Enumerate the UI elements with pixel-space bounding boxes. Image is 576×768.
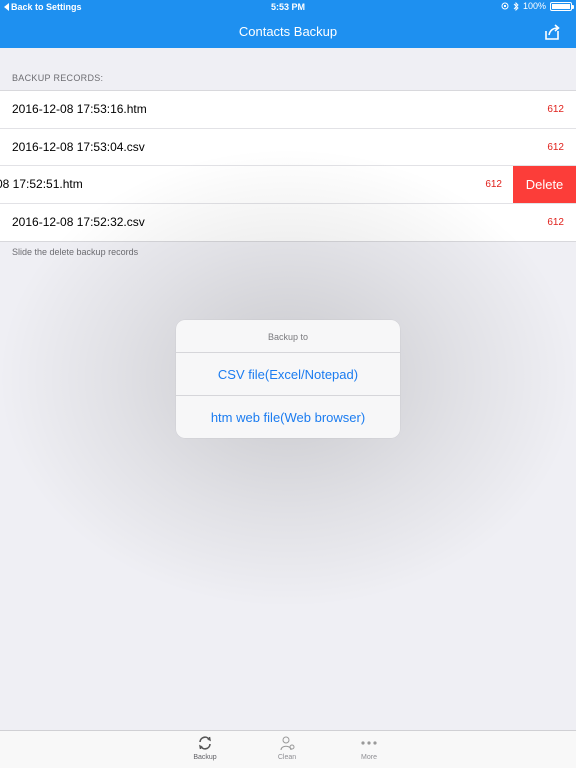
tab-label: Backup	[193, 754, 217, 761]
tab-clean[interactable]: Clean	[257, 735, 317, 761]
record-filename: 08 17:52:51.htm	[0, 177, 83, 191]
record-count: 612	[547, 104, 564, 115]
csv-file-option[interactable]: CSV file(Excel/Notepad)	[176, 353, 400, 395]
backup-record-row[interactable]: 2016-12-08 17:53:04.csv 612	[0, 129, 576, 166]
record-count: 612	[547, 216, 564, 228]
backup-to-dialog: Backup to CSV file(Excel/Notepad) htm we…	[176, 320, 400, 438]
more-dots-icon	[361, 741, 377, 745]
status-icons: 100%	[501, 1, 574, 11]
status-time: 5:53 PM	[270, 2, 305, 12]
status-bar: Back to Settings 5:53 PM 100%	[0, 0, 576, 14]
sync-icon	[199, 736, 211, 750]
backup-records-list: 2016-12-08 17:53:16.htm 612 2016-12-08 1…	[0, 90, 576, 242]
tab-backup[interactable]: Backup	[175, 735, 235, 761]
page-title: Contacts Backup	[238, 24, 338, 39]
backup-record-row[interactable]: 2016-12-08 17:52:32.csv 612	[0, 204, 576, 242]
record-count: 612	[547, 141, 564, 153]
backup-record-row[interactable]: 2016-12-08 17:53:16.htm 612	[0, 91, 576, 129]
htm-web-file-option[interactable]: htm web file(Web browser)	[176, 395, 400, 437]
share-icon[interactable]	[542, 22, 562, 42]
person-clean-icon	[280, 736, 295, 751]
battery-percent: 100%	[522, 1, 546, 11]
backup-record-row-swiped[interactable]: 08 17:52:51.htm 612 Delete	[0, 166, 576, 204]
dialog-title: Backup to	[176, 320, 400, 353]
delete-button[interactable]: Delete	[513, 166, 576, 203]
tab-bar: Backup Clean More	[0, 730, 576, 768]
backup-records-header: BACKUP RECORDS:	[12, 73, 104, 83]
record-filename: 2016-12-08 17:52:32.csv	[12, 214, 145, 229]
battery-icon	[550, 1, 574, 11]
record-filename: 2016-12-08 17:53:16.htm	[12, 102, 147, 116]
swipe-hint-text: Slide the delete backup records	[12, 247, 139, 257]
record-filename: 2016-12-08 17:53:04.csv	[12, 139, 145, 154]
tab-label: More	[361, 754, 377, 761]
record-count: 612	[485, 179, 502, 190]
tab-label: Clean	[277, 754, 297, 761]
tab-more[interactable]: More	[339, 735, 399, 761]
navigation-bar: Contacts Backup	[0, 14, 576, 48]
bluetooth-icon	[513, 1, 519, 11]
lock-rotation-icon	[501, 2, 509, 10]
